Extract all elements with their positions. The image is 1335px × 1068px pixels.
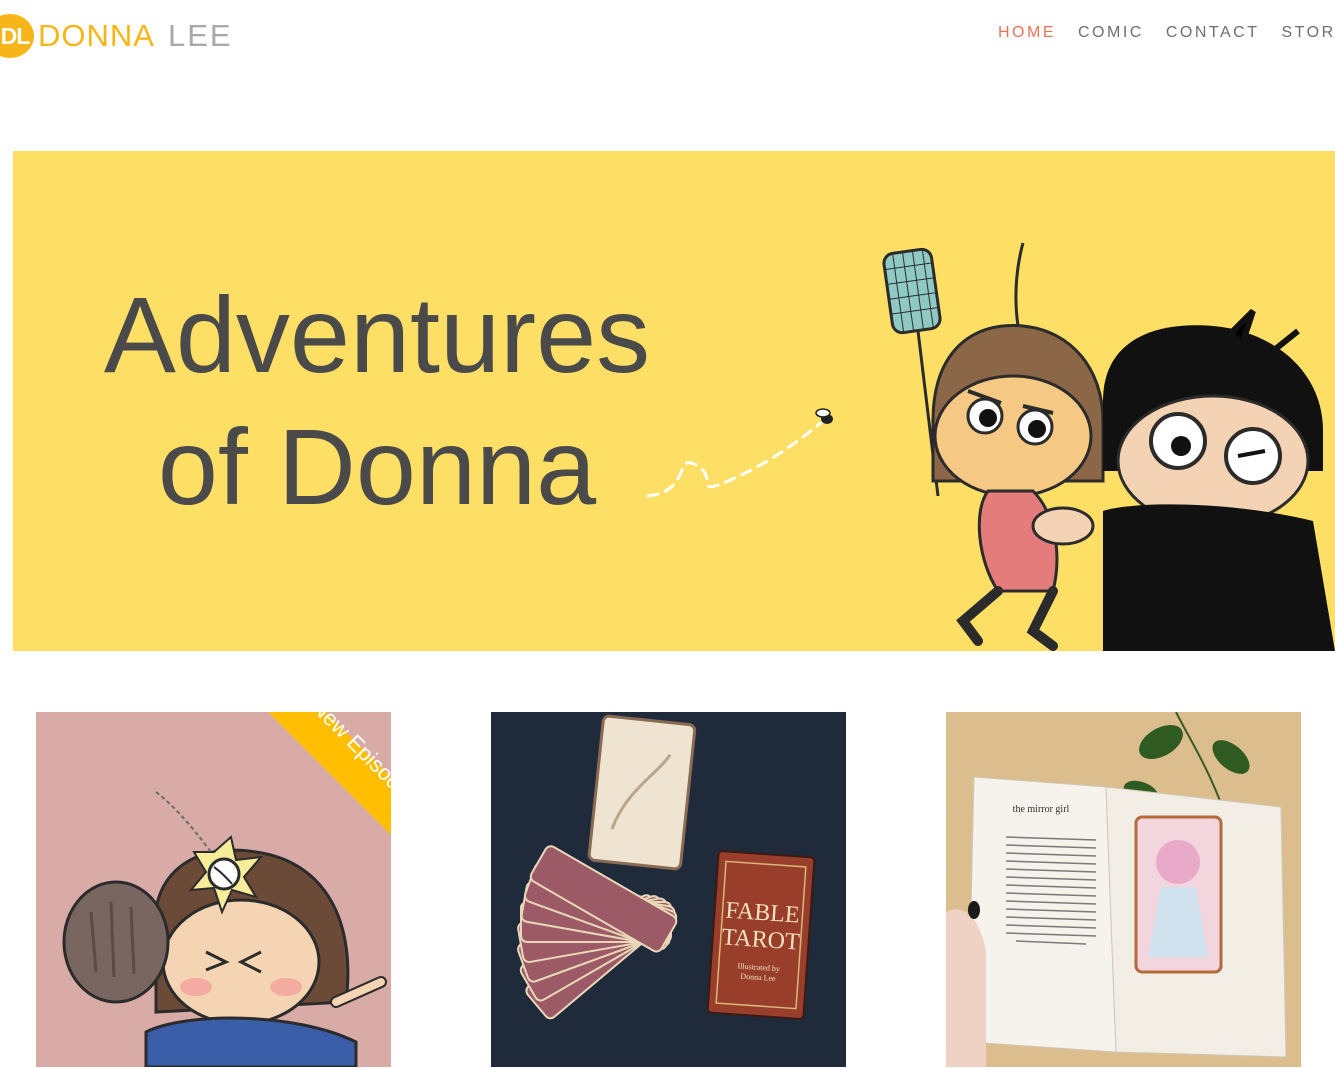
book-chapter-title: the mirror girl [1013,804,1070,815]
hero-banner[interactable]: Adventures of Donna [13,151,1335,651]
fable-tarot-photo: FABLE TAROT Illustrated by Donna Lee [491,712,846,1067]
card-fable-tarot[interactable]: FABLE TAROT Illustrated by Donna Lee [491,712,846,1067]
nav-home[interactable]: HOME [998,24,1056,42]
hero-title-line-1: Adventures [103,274,651,395]
mirror-girl-book-photo: the mirror girl [946,712,1301,1067]
main-nav: HOME COMIC CONTACT STOR [998,24,1335,42]
tarot-box-title-2: TAROT [721,924,801,955]
logo-badge: DL [0,14,34,58]
nav-store[interactable]: STOR [1281,24,1335,42]
card-mirror-girl-book[interactable]: the mirror girl [946,712,1301,1067]
nav-contact[interactable]: CONTACT [1166,24,1260,42]
nav-comic[interactable]: COMIC [1078,24,1144,42]
hero-illustration [646,242,1335,651]
tarot-box-title-1: FABLE [725,897,801,928]
hero-title: Adventures of Donna [57,269,697,533]
logo-first-name: DONNA [38,18,155,53]
logo-last-name: LEE [168,18,233,53]
card-new-episode[interactable]: New Episode [36,712,391,1067]
hero-title-line-2: of Donna [157,406,597,527]
new-episode-illustration: New Episode [36,712,391,1067]
